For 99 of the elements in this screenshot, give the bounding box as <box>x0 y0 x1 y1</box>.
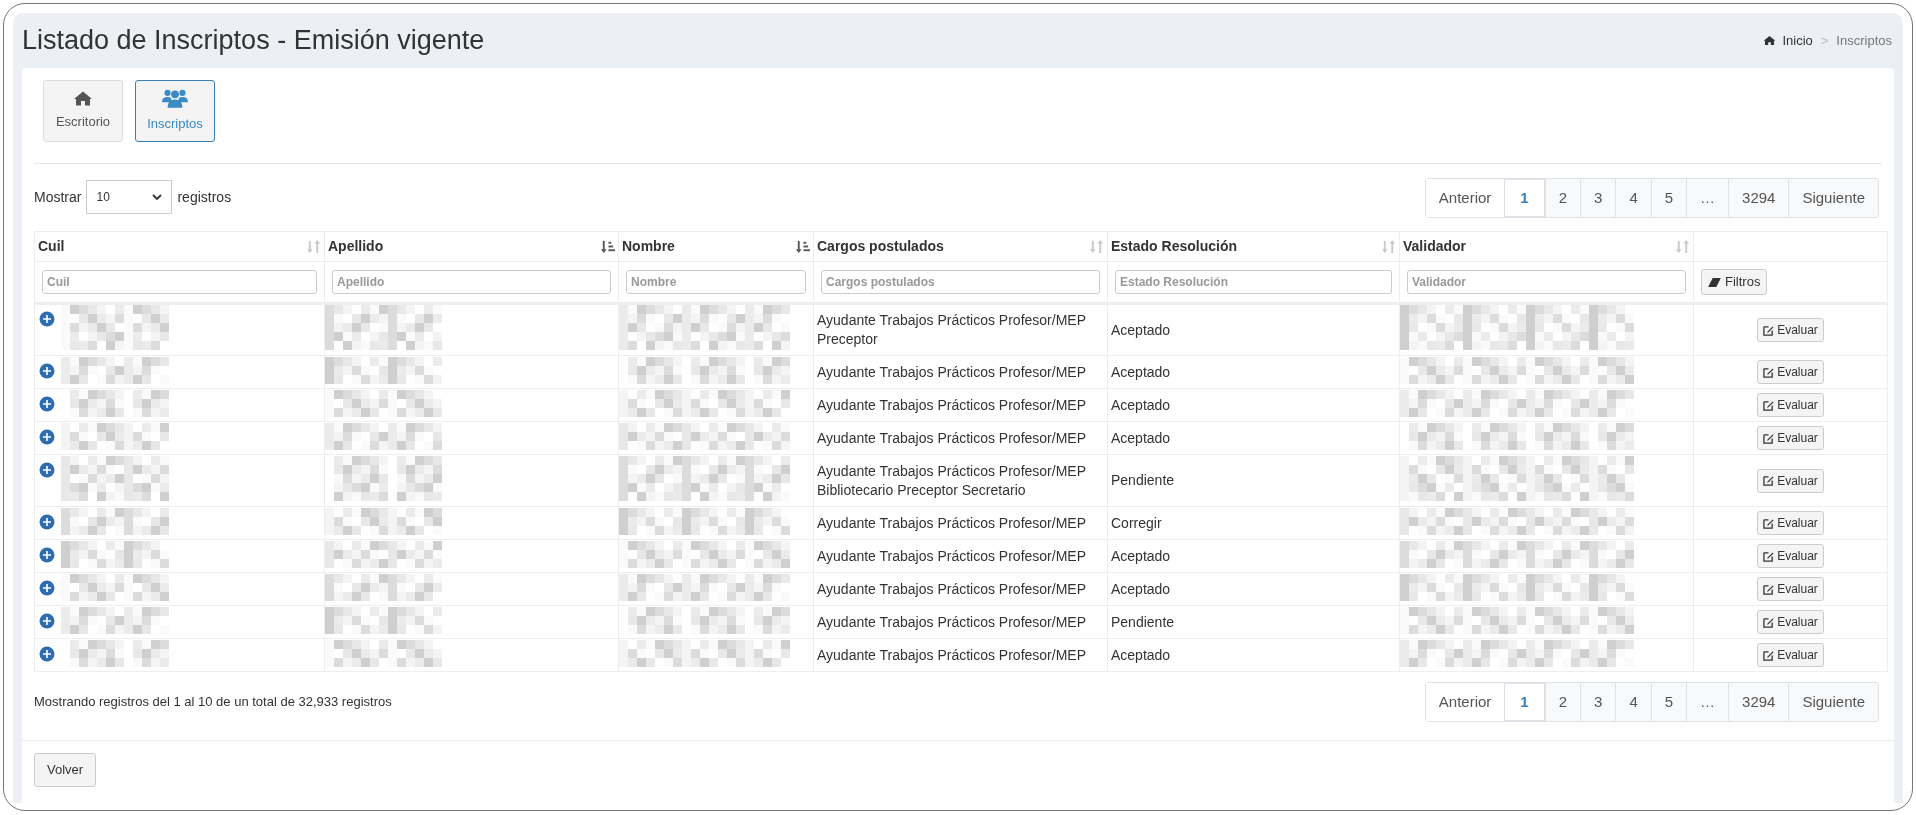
table-cell: Aceptado <box>1111 580 1171 597</box>
sort-icon[interactable] <box>600 239 615 254</box>
edit-icon <box>1763 475 1775 486</box>
records-label: registros <box>177 187 232 207</box>
column-header[interactable]: Nombre <box>622 236 675 257</box>
home-icon <box>73 90 93 108</box>
table-cell: Ayudante Trabajos Prácticos Profesor/MEP <box>817 546 1086 566</box>
expand-row-icon[interactable] <box>39 612 55 629</box>
expand-row-icon[interactable] <box>39 645 55 662</box>
table-info: Mostrando registros del 1 al 10 de un total de 32,933 registros <box>34 693 392 712</box>
breadcrumb-link[interactable]: Inicio <box>1782 30 1813 51</box>
edit-icon <box>1763 399 1775 411</box>
edit-icon <box>1763 583 1775 595</box>
evaluate-button[interactable]: Evaluar <box>1757 393 1824 417</box>
edit-icon <box>1763 366 1775 378</box>
page-link[interactable]: 1 <box>1504 683 1545 721</box>
page-link[interactable]: 1 <box>1504 179 1545 217</box>
nav-button[interactable]: Inscriptos <box>135 80 215 142</box>
expand-row-icon[interactable] <box>39 395 55 412</box>
chevron-down-icon <box>152 194 163 200</box>
evaluate-button[interactable]: Evaluar <box>1757 643 1824 667</box>
expand-row-icon[interactable] <box>39 311 55 327</box>
table-cell: Aceptado <box>1111 396 1171 413</box>
page-link[interactable]: 2 <box>1544 179 1581 217</box>
expand-row-icon[interactable] <box>39 428 55 445</box>
evaluate-button[interactable]: Evaluar <box>1757 426 1824 450</box>
evaluate-button[interactable]: Evaluar <box>1757 318 1824 342</box>
expand-row-icon[interactable] <box>39 461 55 478</box>
table-cell: Ayudante Trabajos Prácticos Profesor/MEP <box>817 612 1086 632</box>
back-button[interactable]: Volver <box>34 753 97 787</box>
column-filter-field[interactable]: Estado Resolución <box>1115 270 1392 294</box>
edit-icon <box>1763 517 1775 529</box>
sort-icon[interactable] <box>795 239 810 254</box>
evaluate-button[interactable]: Evaluar <box>1757 577 1824 601</box>
page-title: Listado de Inscriptos - Emisión vigente <box>22 24 485 58</box>
page-link[interactable]: 3294 <box>1728 179 1789 217</box>
table-cell: Ayudante Trabajos Prácticos Profesor/MEP <box>817 513 1086 533</box>
expand-row-icon[interactable] <box>39 579 55 596</box>
table-cell: Ayudante Trabajos Prácticos Profesor/MEP <box>817 579 1086 599</box>
expand-row-icon[interactable] <box>39 362 55 379</box>
column-header[interactable]: Cuil <box>38 236 65 257</box>
table-cell: Preceptor <box>817 330 878 349</box>
edit-icon <box>1763 616 1775 628</box>
page-link[interactable]: … <box>1686 179 1729 217</box>
home-icon <box>1763 35 1777 46</box>
show-label: Mostrar <box>34 187 82 207</box>
column-filter-field[interactable]: Apellido <box>332 270 611 294</box>
table-cell: Corregir <box>1111 514 1162 531</box>
evaluate-button[interactable]: Evaluar <box>1757 360 1824 384</box>
table-cell: Ayudante Trabajos Prácticos Profesor/MEP <box>817 395 1086 415</box>
edit-icon <box>1763 649 1775 661</box>
evaluate-button[interactable]: Evaluar <box>1757 468 1824 493</box>
eraser-icon <box>1708 277 1721 287</box>
table-cell: Aceptado <box>1111 646 1171 663</box>
table-cell: Bibliotecario Preceptor Secretario <box>817 480 1026 500</box>
table-cell: Ayudante Trabajos Prácticos Profesor/MEP <box>817 645 1086 665</box>
column-filter-field[interactable]: Nombre <box>626 270 806 294</box>
page-link[interactable]: Siguiente <box>1788 683 1878 721</box>
page-size-select[interactable]: 10 <box>86 180 173 214</box>
expand-row-icon[interactable] <box>39 513 55 530</box>
column-filter-field[interactable]: Cuil <box>42 270 317 294</box>
column-header[interactable]: Validador <box>1403 236 1467 257</box>
table-cell: Aceptado <box>1111 321 1171 338</box>
page-link[interactable]: 5 <box>1650 683 1687 721</box>
evaluate-button[interactable]: Evaluar <box>1757 610 1824 634</box>
page-link[interactable]: 4 <box>1615 683 1651 721</box>
page-link[interactable]: Anterior <box>1425 179 1505 217</box>
table-cell: Ayudante Trabajos Prácticos Profesor/MEP <box>817 461 1086 481</box>
column-header[interactable]: Apellido <box>328 236 384 257</box>
table-cell: Aceptado <box>1111 363 1171 380</box>
table-cell: Ayudante Trabajos Prácticos Profesor/MEP <box>817 362 1086 382</box>
page-link[interactable]: 3 <box>1580 179 1616 217</box>
page-link[interactable]: 3 <box>1580 683 1616 721</box>
column-filter-field[interactable]: Cargos postulados <box>821 270 1100 294</box>
filters-button[interactable]: Filtros <box>1701 269 1768 295</box>
page-link[interactable]: 4 <box>1615 179 1651 217</box>
breadcrumb-current: Inscriptos <box>1836 31 1892 50</box>
table-cell: Ayudante Trabajos Prácticos Profesor/MEP <box>817 311 1086 330</box>
evaluate-button[interactable]: Evaluar <box>1757 511 1824 535</box>
edit-icon <box>1763 550 1775 562</box>
table-cell: Pendiente <box>1111 472 1175 488</box>
page-link[interactable]: … <box>1686 683 1729 721</box>
nav-button[interactable]: Escritorio <box>43 80 123 142</box>
table-cell: Aceptado <box>1111 429 1171 446</box>
table-cell: Pendiente <box>1111 613 1175 630</box>
page-link[interactable]: 3294 <box>1728 683 1789 721</box>
page-link[interactable]: 5 <box>1650 179 1687 217</box>
breadcrumb-separator: > <box>1819 31 1830 50</box>
evaluate-button[interactable]: Evaluar <box>1757 544 1824 568</box>
users-icon <box>162 88 188 110</box>
table-cell: Aceptado <box>1111 547 1171 564</box>
page-link[interactable]: Siguiente <box>1788 179 1878 217</box>
expand-row-icon[interactable] <box>39 546 55 563</box>
edit-icon <box>1763 432 1775 444</box>
page-link[interactable]: 2 <box>1544 683 1581 721</box>
edit-icon <box>1763 324 1775 336</box>
column-filter-field[interactable]: Validador <box>1407 270 1686 294</box>
page-link[interactable]: Anterior <box>1425 683 1505 721</box>
table-cell: Ayudante Trabajos Prácticos Profesor/MEP <box>817 428 1086 448</box>
